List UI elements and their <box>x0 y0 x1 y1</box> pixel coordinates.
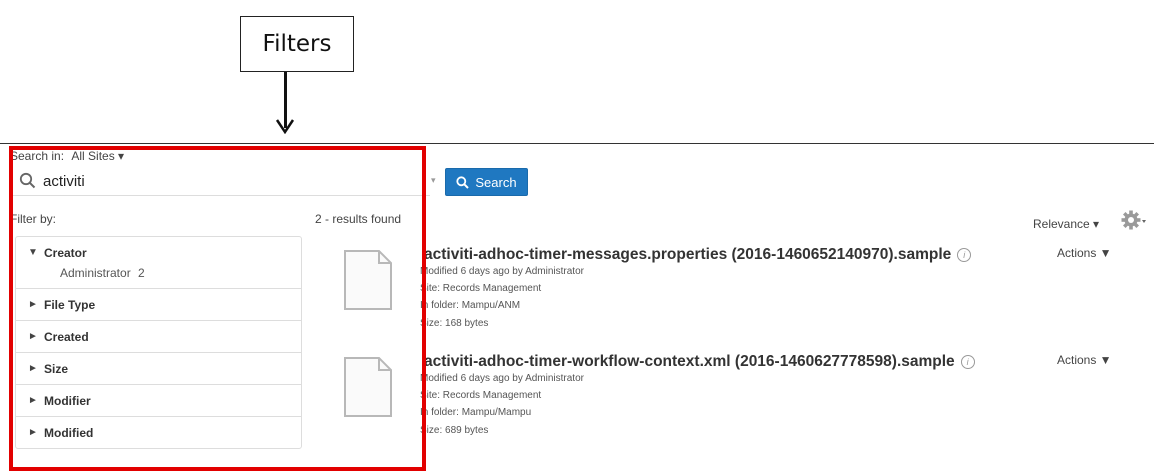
triangle-right-icon: ► <box>28 427 38 438</box>
gear-icon[interactable] <box>1121 210 1147 232</box>
arrow-down-icon <box>275 119 295 134</box>
result-title-text: activiti-adhoc-timer-workflow-context.xm… <box>424 353 955 370</box>
search-in-row: Search in: All Sites ▾ <box>10 149 124 163</box>
actions-menu[interactable]: Actions ▼ <box>1057 246 1112 260</box>
facet-header-file-type[interactable]: ► File Type <box>16 289 301 320</box>
document-icon[interactable] <box>343 356 393 418</box>
facet-creator: ▼ Creator Administrator 2 <box>16 237 301 289</box>
facet-label: Modifier <box>44 393 91 408</box>
result-title[interactable]: activiti-adhoc-timer-workflow-context.xm… <box>424 353 975 371</box>
facet-header-modified[interactable]: ► Modified <box>16 417 301 448</box>
search-icon <box>19 172 36 189</box>
facet-file-type: ► File Type <box>16 289 301 321</box>
result-title-text: activiti-adhoc-timer-messages.properties… <box>424 246 952 263</box>
facet-label: Creator <box>44 245 87 260</box>
result-folder: In folder: Mampu/Mampu <box>420 407 532 418</box>
facet-option-administrator[interactable]: Administrator 2 <box>16 266 301 288</box>
search-result-item: activiti-adhoc-timer-workflow-context.xm… <box>340 353 1154 453</box>
facet-created: ► Created <box>16 321 301 353</box>
document-icon[interactable] <box>343 249 393 311</box>
result-folder: In folder: Mampu/ANM <box>420 300 521 311</box>
triangle-right-icon: ► <box>28 299 38 310</box>
triangle-right-icon: ► <box>28 331 38 342</box>
facet-option-count: 2 <box>138 266 145 280</box>
info-icon[interactable]: i <box>957 248 972 262</box>
result-modified: Modified 6 days ago by Administrator <box>420 266 584 277</box>
facet-label: Modified <box>44 425 94 440</box>
filter-panel: ▼ Creator Administrator 2 ► File Type ► … <box>15 236 302 449</box>
facet-header-created[interactable]: ► Created <box>16 321 301 352</box>
facet-label: Created <box>44 329 89 344</box>
filters-callout-box: Filters <box>240 16 354 72</box>
facet-header-modifier[interactable]: ► Modifier <box>16 385 301 416</box>
facet-option-label: Administrator <box>60 266 131 280</box>
facet-label: Size <box>44 361 69 376</box>
site-selector[interactable]: All Sites ▾ <box>71 149 124 163</box>
result-site: Site: Records Management <box>420 390 542 401</box>
result-size: Size: 689 bytes <box>420 425 489 436</box>
filters-callout-label: Filters <box>262 31 332 57</box>
result-site: Site: Records Management <box>420 283 542 294</box>
triangle-down-icon: ▼ <box>28 247 38 258</box>
search-button[interactable]: Search <box>445 168 528 196</box>
search-input[interactable]: activiti <box>10 167 430 196</box>
app-top-border <box>0 143 1154 144</box>
result-title[interactable]: activiti-adhoc-timer-messages.properties… <box>424 246 972 264</box>
result-size: Size: 168 bytes <box>420 318 489 329</box>
search-query-text: activiti <box>43 173 85 190</box>
filter-by-heading: Filter by: <box>10 212 57 226</box>
actions-menu[interactable]: Actions ▼ <box>1057 353 1112 367</box>
facet-header-size[interactable]: ► Size <box>16 353 301 384</box>
facet-modifier: ► Modifier <box>16 385 301 417</box>
search-button-icon <box>456 175 470 189</box>
triangle-right-icon: ► <box>28 363 38 374</box>
search-dropdown-caret[interactable]: ▾ <box>431 175 436 186</box>
facet-header-creator[interactable]: ▼ Creator <box>16 237 301 268</box>
facet-label: File Type <box>44 297 96 312</box>
facet-modified: ► Modified <box>16 417 301 448</box>
results-count: 2 - results found <box>315 212 402 226</box>
sort-relevance-dropdown[interactable]: Relevance ▾ <box>1033 217 1099 231</box>
info-icon[interactable]: i <box>960 355 975 369</box>
search-result-item: activiti-adhoc-timer-messages.properties… <box>340 246 1154 346</box>
facet-size: ► Size <box>16 353 301 385</box>
triangle-right-icon: ► <box>28 395 38 406</box>
search-button-label: Search <box>475 174 517 190</box>
result-modified: Modified 6 days ago by Administrator <box>420 373 584 384</box>
search-in-label: Search in: <box>10 149 65 163</box>
